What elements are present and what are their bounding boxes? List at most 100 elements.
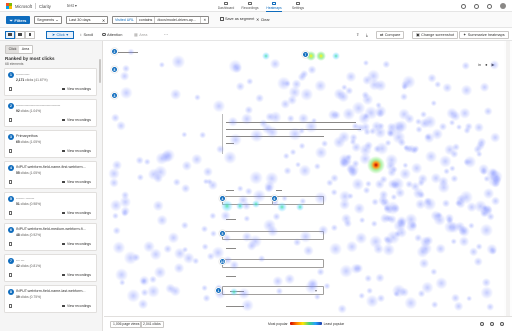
info-icon[interactable] [500,321,504,326]
url-value[interactable]: /docs/model-driven-ap... [155,17,202,23]
summarize-heatmaps-button[interactable]: ✦ Summarize heatmaps [459,30,509,39]
tab-heatmaps[interactable]: Heatmaps [262,0,286,12]
tab-area[interactable]: Area [19,46,32,53]
area-label: Area [139,32,148,37]
heatmap-pin[interactable]: 3 [111,92,118,99]
desktop-view-button[interactable] [5,30,15,39]
more-options-button[interactable]: ⋯ [164,32,168,37]
view-recordings-link[interactable]: View recordings [61,273,91,277]
heatmap-pin[interactable]: 1 [215,287,222,294]
area-heatmap-button[interactable]: ▦ Area [134,32,147,37]
heatmap-pin[interactable]: 2 [111,48,118,55]
view-recordings-link[interactable]: View recordings [61,149,91,153]
change-screenshot-button[interactable]: ▣ Change screenshot [412,30,459,39]
tab-settings[interactable]: Settings [286,0,310,12]
view-recordings-link[interactable]: View recordings [61,118,91,122]
list-item[interactable]: 8 INPUT.webform-field-name-last.webform..… [4,285,97,313]
list-item[interactable]: 1 ----------- 2,171 clicks (41.67%) View re… [4,68,97,96]
attention-heatmap-button[interactable]: Attention [102,32,122,37]
scrollbar[interactable] [99,59,101,83]
date-range-chip[interactable]: Last 30 days ✕ [66,16,108,24]
heat-spot [236,202,244,210]
close-icon[interactable]: ✕ [102,18,105,23]
heat-spot [410,147,418,155]
copy-icon[interactable] [9,118,12,122]
list-item[interactable]: 7 --- --- 42 clicks (0.81%) View recordings [4,254,97,282]
scroll-heatmap-button[interactable]: ↕ Scroll [80,32,93,37]
top-icons [461,3,506,9]
heatmap-pin[interactable]: 7 [302,51,309,58]
heat-spot [307,65,317,75]
heat-spot [328,242,343,256]
list-item[interactable]: 2 ------------------------------------ 92 … [4,99,97,127]
heat-spot [458,236,470,247]
heat-spot [172,178,181,187]
view-recordings-link[interactable]: View recordings [61,87,91,91]
help-icon[interactable] [474,3,479,9]
avatar[interactable] [500,3,506,9]
copy-icon[interactable] [9,242,12,246]
heat-spot [364,274,373,283]
filters-button[interactable]: ⏷ Filters [6,16,30,24]
tab-click[interactable]: Click [6,46,19,53]
heat-spot [373,145,382,153]
view-recordings-link[interactable]: View recordings [61,180,91,184]
download-button[interactable]: ⤓ [366,32,368,37]
copy-icon[interactable] [9,304,12,308]
copy-icon[interactable] [9,180,12,184]
canvas-scrollbar[interactable] [506,41,510,316]
heat-spot [483,106,493,116]
copy-icon[interactable] [9,87,12,91]
view-recordings-link[interactable]: View recordings [61,304,91,308]
settings-icon[interactable] [480,321,484,326]
copy-icon[interactable] [9,273,12,277]
copy-icon[interactable] [9,149,12,153]
clear-button[interactable]: ✕ Clear [256,17,270,23]
close-icon[interactable]: ✕ [201,17,208,23]
list-item[interactable]: 5 ------- ------- 51 clicks (0.98%) View re… [4,192,97,220]
brand[interactable]: Microsoft Clarity [6,3,51,10]
heatmap-pin[interactable]: 4 [219,195,226,202]
compare-button[interactable]: ⇄ Compare [376,30,405,39]
tab-recordings[interactable]: Recordings [238,0,262,12]
fullscreen-icon[interactable] [490,321,494,326]
heat-spot [419,236,431,248]
url-filter-chip[interactable]: Visited URL contains /docs/model-driven-… [112,16,210,24]
heat-spot [298,142,306,150]
heat-spot [316,267,325,276]
tablet-view-button[interactable] [15,30,25,39]
mobile-view-button[interactable] [25,30,35,39]
view-recordings-link[interactable]: View recordings [61,242,91,246]
notifications-icon[interactable] [487,3,492,9]
heat-spot [446,216,454,225]
segments-dropdown[interactable]: Segments [34,16,62,24]
view-recordings-link[interactable]: View recordings [61,211,91,215]
heat-spot [489,60,500,70]
heatmap-pin[interactable]: 6 [271,195,278,202]
heatmap-pin[interactable]: 10 [219,258,226,265]
list-item[interactable]: 6 INPUT.webform-field-medium-webform-fi..… [4,223,97,251]
url-operator[interactable]: contains [137,17,156,23]
heat-spot [435,276,448,290]
project-name: test [67,3,74,8]
heat-spot [330,188,338,196]
heatmap-canvas[interactable]: ▾ in ● ▶ 1 2 3 4 5 6 7 8 10 [104,41,512,316]
heatmap-pin[interactable]: 5 [219,230,226,237]
save-segment-button[interactable]: Save as segment [220,17,254,21]
project-selector[interactable]: test ▾ [67,3,77,8]
heat-spot [332,136,346,149]
save-segment-label: Save as segment [225,17,255,21]
heatmap-pin[interactable]: 8 [111,66,118,73]
heat-spot [422,197,437,211]
heat-spot [265,171,279,186]
heat-spot [355,232,368,245]
share-heatmap-button[interactable]: ⇪ [356,32,359,37]
tab-dashboard[interactable]: Dashboard [214,0,238,12]
list-item[interactable]: 4 INPUT.webform-field-name-first.webform.… [4,161,97,189]
list-item[interactable]: 3 Primaryethos 65 clicks (1.05%) View recor… [4,130,97,158]
copy-icon[interactable] [9,211,12,215]
click-heatmap-button[interactable]: ➤ Click ▾ [46,30,74,39]
sparkle-icon: ✦ [463,33,467,37]
heat-spot [382,243,396,257]
share-icon[interactable] [461,3,466,9]
